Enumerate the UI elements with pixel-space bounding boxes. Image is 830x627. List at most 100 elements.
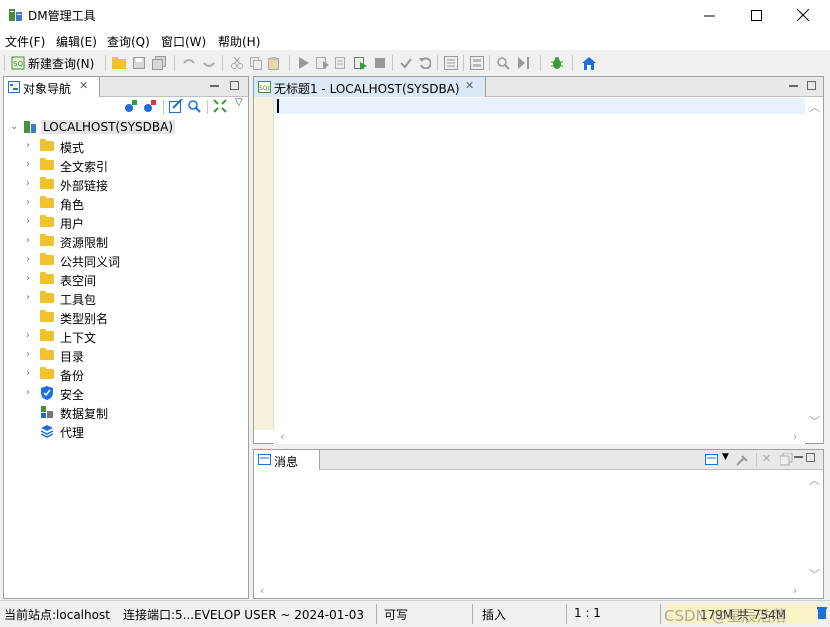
scroll-down-icon[interactable]: ﹀ bbox=[809, 566, 820, 582]
chevron-right-icon[interactable]: › bbox=[26, 235, 36, 246]
maximize-button[interactable] bbox=[733, 0, 779, 30]
chevron-right-icon[interactable]: › bbox=[26, 368, 36, 379]
tree-item[interactable]: 数据复制 bbox=[4, 403, 244, 422]
menu-help[interactable]: 帮助(H) bbox=[218, 33, 260, 50]
explain-button[interactable] bbox=[442, 54, 460, 72]
scroll-right-icon[interactable]: › bbox=[793, 584, 797, 597]
dropdown-arrow-icon[interactable]: ▼ bbox=[722, 452, 729, 462]
chevron-right-icon[interactable]: › bbox=[26, 140, 36, 151]
menu-window[interactable]: 窗口(W) bbox=[161, 33, 206, 50]
debug-step-button[interactable] bbox=[516, 54, 534, 72]
tree-item[interactable]: 类型别名 bbox=[4, 308, 244, 327]
edit-icon[interactable] bbox=[169, 99, 183, 113]
copy-icon bbox=[250, 56, 262, 70]
tab-object-navigator[interactable]: 对象导航 ✕ bbox=[4, 77, 100, 97]
commit-button[interactable] bbox=[397, 54, 415, 72]
stop-button[interactable] bbox=[371, 54, 389, 72]
maximize-panel-icon[interactable] bbox=[807, 81, 816, 90]
tree-root[interactable]: ⌄ LOCALHOST(SYSDBA) bbox=[4, 118, 244, 137]
tree-item[interactable]: › 全文索引 bbox=[4, 156, 244, 175]
home-button[interactable] bbox=[580, 54, 598, 72]
save-all-button[interactable] bbox=[150, 54, 168, 72]
close-button[interactable] bbox=[780, 0, 826, 30]
tree-item[interactable]: › 备份 bbox=[4, 365, 244, 384]
editor-text-area[interactable] bbox=[274, 114, 805, 430]
chevron-right-icon[interactable]: › bbox=[26, 330, 36, 341]
new-query-button[interactable]: SQL 新建查询(N) bbox=[11, 54, 94, 72]
copy-button[interactable] bbox=[247, 54, 265, 72]
remove-all-icon[interactable] bbox=[780, 453, 793, 466]
tab-messages[interactable]: 消息 bbox=[254, 450, 320, 470]
minimize-button[interactable] bbox=[686, 0, 732, 30]
tree-item[interactable]: › 用户 bbox=[4, 213, 244, 232]
chevron-right-icon[interactable]: › bbox=[26, 178, 36, 189]
minimize-panel-icon[interactable] bbox=[210, 85, 219, 87]
search-icon[interactable] bbox=[187, 99, 201, 113]
tree-item[interactable]: › 工具包 bbox=[4, 289, 244, 308]
cut-button[interactable] bbox=[228, 54, 246, 72]
horizontal-scrollbar[interactable]: ‹ › bbox=[274, 430, 805, 444]
disconnect-icon[interactable] bbox=[143, 99, 157, 113]
tree-item[interactable]: › 资源限制 bbox=[4, 232, 244, 251]
vertical-scrollbar[interactable]: ︿ ﹀ bbox=[805, 97, 822, 430]
messages-vertical-scrollbar[interactable]: ︿ ﹀ bbox=[805, 470, 822, 584]
tree-item[interactable]: › 公共同义词 bbox=[4, 251, 244, 270]
watermark-text: CSDN @星辰浩落 bbox=[664, 607, 787, 625]
scroll-up-icon[interactable]: ︿ bbox=[809, 99, 820, 115]
svg-text:SQL: SQL bbox=[13, 60, 25, 68]
run-selected-button[interactable] bbox=[314, 54, 332, 72]
tree-item[interactable]: › 角色 bbox=[4, 194, 244, 213]
tree-item[interactable]: › 表空间 bbox=[4, 270, 244, 289]
close-tab-icon[interactable]: ✕ bbox=[79, 79, 88, 92]
chevron-right-icon[interactable]: › bbox=[26, 387, 36, 398]
redo-button[interactable] bbox=[200, 54, 218, 72]
debug-button[interactable] bbox=[548, 54, 566, 72]
menu-edit[interactable]: 编辑(E) bbox=[56, 33, 97, 50]
connect-icon[interactable] bbox=[124, 99, 138, 113]
view-menu-icon[interactable]: ▽ bbox=[235, 97, 243, 108]
collapse-all-icon[interactable] bbox=[213, 99, 227, 113]
trash-icon[interactable] bbox=[817, 606, 827, 620]
menu-file[interactable]: 文件(F) bbox=[5, 33, 45, 50]
minimize-panel-icon[interactable] bbox=[794, 456, 803, 458]
tree-item[interactable]: › 上下文 bbox=[4, 327, 244, 346]
tree-item[interactable]: › 安全 bbox=[4, 384, 244, 403]
minimize-panel-icon[interactable] bbox=[789, 85, 798, 87]
scroll-down-icon[interactable]: ﹀ bbox=[809, 413, 820, 429]
scroll-right-icon[interactable]: › bbox=[793, 430, 797, 443]
chevron-right-icon[interactable]: › bbox=[26, 349, 36, 360]
chevron-right-icon[interactable]: › bbox=[26, 197, 36, 208]
chevron-right-icon[interactable]: › bbox=[26, 159, 36, 170]
run-script-button[interactable] bbox=[352, 54, 370, 72]
paste-button[interactable] bbox=[265, 54, 283, 72]
messages-horizontal-scrollbar[interactable]: ‹ › bbox=[254, 584, 805, 598]
scroll-up-icon[interactable]: ︿ bbox=[809, 472, 820, 488]
save-button[interactable] bbox=[130, 54, 148, 72]
tree-item[interactable]: › 外部链接 bbox=[4, 175, 244, 194]
find-button[interactable] bbox=[494, 54, 512, 72]
chevron-right-icon[interactable]: › bbox=[26, 292, 36, 303]
chevron-right-icon[interactable]: › bbox=[26, 273, 36, 284]
run-step-button[interactable] bbox=[333, 54, 351, 72]
maximize-panel-icon[interactable] bbox=[806, 453, 815, 462]
chevron-right-icon[interactable]: › bbox=[26, 216, 36, 227]
format-button[interactable] bbox=[468, 54, 486, 72]
clear-icon[interactable] bbox=[736, 453, 750, 466]
chevron-right-icon[interactable]: › bbox=[26, 254, 36, 265]
tree-item[interactable]: › 目录 bbox=[4, 346, 244, 365]
undo-button[interactable] bbox=[180, 54, 198, 72]
tab-untitled-query[interactable]: SQL 无标题1 - LOCALHOST(SYSDBA) ✕ bbox=[254, 77, 486, 97]
rollback-button[interactable] bbox=[416, 54, 434, 72]
run-button[interactable] bbox=[295, 54, 313, 72]
scroll-left-icon[interactable]: ‹ bbox=[260, 584, 264, 597]
maximize-panel-icon[interactable] bbox=[230, 81, 239, 90]
menu-query[interactable]: 查询(Q) bbox=[107, 33, 150, 50]
message-view-icon[interactable] bbox=[705, 454, 718, 465]
scroll-left-icon[interactable]: ‹ bbox=[280, 430, 284, 443]
remove-icon[interactable]: ✕ bbox=[762, 452, 771, 465]
chevron-down-icon[interactable]: ⌄ bbox=[10, 121, 20, 132]
open-button[interactable] bbox=[110, 54, 128, 72]
close-tab-icon[interactable]: ✕ bbox=[465, 79, 474, 92]
tree-item[interactable]: › 模式 bbox=[4, 137, 244, 156]
tree-item[interactable]: 代理 bbox=[4, 422, 244, 441]
